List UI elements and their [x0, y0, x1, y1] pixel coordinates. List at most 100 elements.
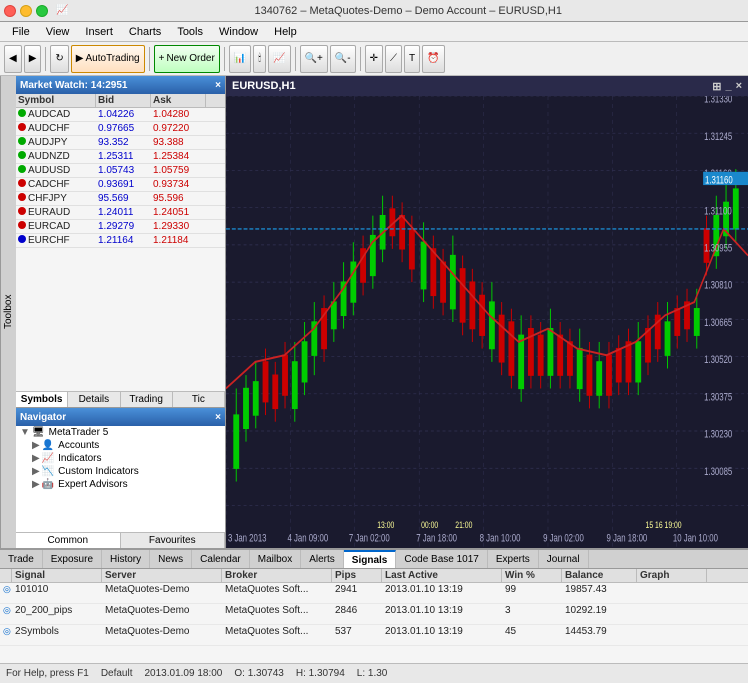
close-button[interactable]: [4, 5, 16, 17]
col-ask: Ask: [151, 94, 206, 107]
line-button[interactable]: ⟋: [385, 45, 402, 73]
menu-insert[interactable]: Insert: [77, 24, 121, 40]
nav-item-accounts[interactable]: ▶ 👤 Accounts: [16, 439, 225, 452]
mw-symbol: AUDCHF: [16, 122, 96, 135]
chart-line-button[interactable]: 📈: [268, 45, 290, 73]
tab-alerts[interactable]: Alerts: [301, 550, 344, 568]
sig-winpct: 99: [502, 583, 562, 603]
toolbar: ◀ ▶ ↻ ▶ AutoTrading + New Order 📊 🕯 📈 🔍+…: [0, 42, 748, 76]
sig-sub-indicator: ◎: [0, 625, 12, 645]
navigator-content: ▼ 🖥 MetaTrader 5 ▶ 👤 Accounts ▶ 📈 Indica…: [16, 426, 225, 532]
mw-tab-trading[interactable]: Trading: [121, 392, 173, 407]
mw-extra: [206, 122, 225, 135]
svg-text:13:00: 13:00: [377, 520, 394, 530]
status-high: H: 1.30794: [296, 668, 345, 679]
toolbox-side-tab[interactable]: Toolbox: [0, 76, 16, 548]
nav-tab-common[interactable]: Common: [16, 533, 121, 548]
tab-exposure[interactable]: Exposure: [43, 550, 102, 568]
mw-row[interactable]: AUDUSD 1.05743 1.05759: [16, 164, 225, 178]
chart-candle-button[interactable]: 🕯: [253, 45, 266, 73]
mw-row[interactable]: AUDCAD 1.04226 1.04280: [16, 108, 225, 122]
minimize-button[interactable]: [20, 5, 32, 17]
window-title: 1340762 – MetaQuotes-Demo – Demo Account…: [72, 5, 744, 17]
mw-extra: [206, 178, 225, 191]
mw-row[interactable]: EURCHF 1.21164 1.21184: [16, 234, 225, 248]
sig-sub-indicator: ◎: [0, 604, 12, 624]
menu-view[interactable]: View: [38, 24, 78, 40]
tab-experts[interactable]: Experts: [488, 550, 539, 568]
nav-expand-icon: ▼: [20, 427, 30, 438]
crosshair-button[interactable]: ✛: [365, 45, 383, 73]
market-watch-panel: Market Watch: 14:2951 × Symbol Bid Ask A…: [16, 76, 225, 408]
mw-ask: 1.21184: [151, 234, 206, 247]
new-order-button[interactable]: + New Order: [154, 45, 220, 73]
chart-bar-button[interactable]: 📊: [229, 45, 251, 73]
navigator-close[interactable]: ×: [215, 412, 221, 423]
tab-calendar[interactable]: Calendar: [192, 550, 250, 568]
toolbar-separator-2: [149, 47, 150, 71]
maximize-button[interactable]: [36, 5, 48, 17]
menu-tools[interactable]: Tools: [169, 24, 211, 40]
chart-minimize-button[interactable]: _: [725, 80, 731, 93]
tab-journal[interactable]: Journal: [539, 550, 589, 568]
tab-trade[interactable]: Trade: [0, 550, 43, 568]
menu-file[interactable]: File: [4, 24, 38, 40]
mw-row[interactable]: EURCAD 1.29279 1.29330: [16, 220, 225, 234]
sig-server: MetaQuotes-Demo: [102, 604, 222, 624]
tab-codebase[interactable]: Code Base 1017: [396, 550, 488, 568]
text-button[interactable]: T: [404, 45, 420, 73]
refresh-button[interactable]: ↻: [50, 45, 68, 73]
tab-news[interactable]: News: [150, 550, 192, 568]
sig-balance: 10292.19: [562, 604, 637, 624]
mw-tab-symbols[interactable]: Symbols: [16, 392, 68, 407]
chart-detach-button[interactable]: ⊞: [712, 80, 721, 93]
mw-tab-details[interactable]: Details: [68, 392, 120, 407]
menu-help[interactable]: Help: [266, 24, 305, 40]
toolbar-separator-4: [295, 47, 296, 71]
autotrading-button[interactable]: ▶ AutoTrading: [71, 45, 145, 73]
nav-item-indicators[interactable]: ▶ 📈 Indicators: [16, 452, 225, 465]
mw-ask: 95.596: [151, 192, 206, 205]
menu-charts[interactable]: Charts: [121, 24, 169, 40]
nav-item-experts[interactable]: ▶ 🤖 Expert Advisors: [16, 478, 225, 491]
status-low: L: 1.30: [357, 668, 388, 679]
period-button[interactable]: ⏰: [422, 45, 444, 73]
menu-window[interactable]: Window: [211, 24, 266, 40]
forward-button[interactable]: ▶: [24, 45, 42, 73]
nav-label-custom: Custom Indicators: [58, 466, 139, 477]
chart-canvas[interactable]: 3 Jan 2013 4 Jan 09:00 7 Jan 02:00 7 Jan…: [226, 96, 748, 548]
mw-row[interactable]: AUDCHF 0.97665 0.97220: [16, 122, 225, 136]
mw-row[interactable]: AUDJPY 93.352 93.388: [16, 136, 225, 150]
metatrader-icon: 🖥: [32, 427, 45, 438]
mw-bid: 1.04226: [96, 108, 151, 121]
tab-history[interactable]: History: [102, 550, 150, 568]
main-layout: Toolbox Market Watch: 14:2951 × Symbol B…: [0, 76, 748, 548]
tab-signals[interactable]: Signals: [344, 550, 397, 568]
nav-label-metatrader: MetaTrader 5: [49, 427, 109, 438]
mw-bid: 0.93691: [96, 178, 151, 191]
zoom-in-button[interactable]: 🔍+: [300, 45, 328, 73]
mw-row[interactable]: CHFJPY 95.569 95.596: [16, 192, 225, 206]
signal-row[interactable]: ◎ 2Symbols MetaQuotes-Demo MetaQuotes So…: [0, 625, 748, 646]
mw-tab-tick[interactable]: Tic: [173, 392, 225, 407]
mw-row[interactable]: EURAUD 1.24011 1.24051: [16, 206, 225, 220]
svg-text:1.31245: 1.31245: [704, 131, 732, 142]
market-watch-close[interactable]: ×: [215, 80, 221, 91]
nav-item-metatrader[interactable]: ▼ 🖥 MetaTrader 5: [16, 426, 225, 439]
zoom-out-button[interactable]: 🔍-: [330, 45, 356, 73]
chart-close-button[interactable]: ×: [736, 80, 742, 93]
sig-sub-indicator: ◎: [0, 583, 12, 603]
tab-mailbox[interactable]: Mailbox: [250, 550, 301, 568]
mw-symbol: EURCHF: [16, 234, 96, 247]
sig-id: 20_200_pips: [12, 604, 102, 624]
indicators-icon: 📈: [42, 453, 54, 464]
signal-row[interactable]: ◎ 101010 MetaQuotes-Demo MetaQuotes Soft…: [0, 583, 748, 604]
signal-row[interactable]: ◎ 20_200_pips MetaQuotes-Demo MetaQuotes…: [0, 604, 748, 625]
nav-tab-favourites[interactable]: Favourites: [121, 533, 226, 548]
status-default: Default: [101, 668, 133, 679]
mw-row[interactable]: CADCHF 0.93691 0.93734: [16, 178, 225, 192]
mw-row[interactable]: AUDNZD 1.25311 1.25384: [16, 150, 225, 164]
nav-item-custom[interactable]: ▶ 📉 Custom Indicators: [16, 465, 225, 478]
back-button[interactable]: ◀: [4, 45, 22, 73]
svg-text:9 Jan 18:00: 9 Jan 18:00: [607, 532, 648, 543]
